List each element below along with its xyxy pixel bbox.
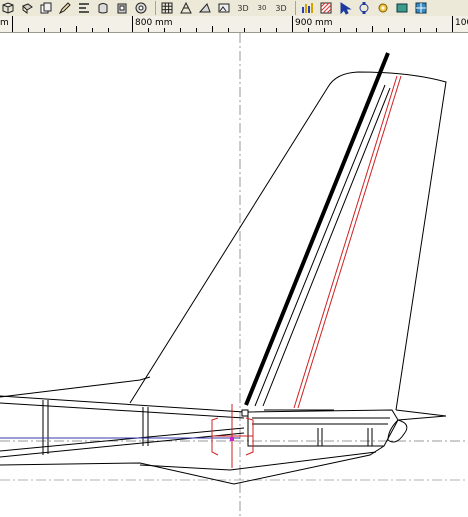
bar-chart-icon[interactable]: [299, 0, 315, 16]
gear-icon[interactable]: [375, 0, 391, 16]
tail-tip: [395, 409, 447, 421]
tail-drawing[interactable]: [0, 33, 468, 517]
view-3d-label: 3D: [237, 3, 249, 13]
mesh-icon[interactable]: [178, 0, 194, 16]
fin-inner-line: [254, 84, 386, 407]
stamp-icon[interactable]: [114, 0, 130, 16]
cube-icon[interactable]: [0, 0, 16, 16]
fin-inner-line-2: [262, 87, 391, 407]
image-icon[interactable]: [216, 0, 232, 16]
angle-icon[interactable]: 30: [254, 0, 270, 16]
grid-icon[interactable]: [159, 0, 175, 16]
render-3d-icon[interactable]: 3D: [273, 0, 289, 16]
align-icon[interactable]: [76, 0, 92, 16]
ruler-label: 800 mm: [135, 18, 173, 28]
fin-outline: [129, 71, 447, 411]
toolbar: 3D 30 3D: [0, 0, 468, 17]
angle-label: 30: [257, 4, 267, 12]
pattern-icon[interactable]: [318, 0, 334, 16]
toolbar-separator: [155, 1, 156, 15]
selection-handle: [230, 437, 234, 441]
ruler-label: 900 mm: [295, 18, 333, 28]
ruler-label: 100: [455, 18, 468, 28]
layers-icon[interactable]: [95, 0, 111, 16]
fin-spar-thick: [244, 52, 390, 406]
render-3d-label: 3D: [275, 3, 287, 13]
select-arrow-icon[interactable]: [337, 0, 353, 16]
rotate-icon[interactable]: [19, 0, 35, 16]
ruler-label: m: [0, 18, 9, 28]
toolbar-separator: [295, 1, 296, 15]
node-edit-icon[interactable]: [356, 0, 372, 16]
drawing-canvas[interactable]: [0, 33, 468, 517]
fuselage-longeron-top: [0, 395, 245, 419]
fuselage-top-line: [0, 376, 151, 398]
screen-icon[interactable]: [394, 0, 410, 16]
rudder-red-line: [293, 75, 398, 409]
tail-skid: [387, 419, 408, 443]
plane-icon[interactable]: [197, 0, 213, 16]
edit-icon[interactable]: [57, 0, 73, 16]
anchor-point: [241, 409, 249, 417]
ruler-ticks: [12, 16, 453, 32]
view-3d-icon[interactable]: 3D: [235, 0, 251, 16]
fuselage-longeron-bottom: [0, 427, 245, 458]
grid-view-icon[interactable]: [413, 0, 429, 16]
copy-icon[interactable]: [38, 0, 54, 16]
horizontal-ruler[interactable]: m 800 mm 900 mm 100: [0, 16, 468, 33]
disc-icon[interactable]: [133, 0, 149, 16]
